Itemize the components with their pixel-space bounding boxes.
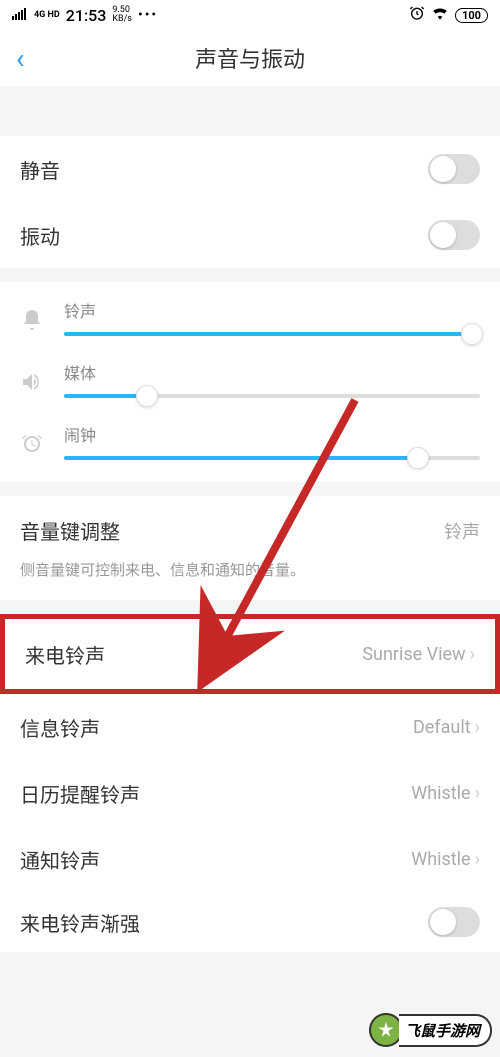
network-label: 4G HD: [34, 10, 60, 20]
calendar-ringtone-value: Whistle ›: [411, 783, 480, 804]
ringtone-slider[interactable]: [64, 332, 480, 336]
page-header: ‹ 声音与振动: [0, 30, 500, 86]
media-slider-label: 媒体: [64, 360, 480, 384]
section-gap: [0, 600, 500, 614]
message-ringtone-value: Default ›: [413, 717, 480, 738]
media-slider[interactable]: [64, 394, 480, 398]
page-title: 声音与振动: [195, 42, 305, 74]
message-ringtone-row[interactable]: 信息铃声 Default ›: [0, 694, 500, 760]
signal-icon: [12, 8, 28, 23]
notification-ringtone-row[interactable]: 通知铃声 Whistle ›: [0, 826, 500, 892]
ringtone-slider-row: 铃声: [20, 298, 480, 338]
alarm-slider[interactable]: [64, 456, 480, 460]
section-gap: [0, 86, 500, 136]
media-slider-row: 媒体: [20, 360, 480, 400]
chevron-right-icon: ›: [475, 783, 480, 804]
ringtone-slider-label: 铃声: [64, 298, 480, 322]
mute-label: 静音: [20, 155, 60, 184]
message-ringtone-label: 信息铃声: [20, 713, 100, 742]
notification-ringtone-value: Whistle ›: [411, 849, 480, 870]
vibrate-row[interactable]: 振动: [0, 202, 500, 268]
vibrate-toggle[interactable]: [428, 220, 480, 250]
watermark-text: 飞鼠手游网: [399, 1014, 492, 1047]
chevron-right-icon: ›: [475, 717, 480, 738]
calendar-ringtone-row[interactable]: 日历提醒铃声 Whistle ›: [0, 760, 500, 826]
section-gap: [0, 482, 500, 496]
volume-sliders-section: 铃声 媒体 闹钟: [0, 282, 500, 482]
chevron-right-icon: ›: [475, 849, 480, 870]
section-gap: [0, 268, 500, 282]
mute-row[interactable]: 静音: [0, 136, 500, 202]
volume-key-value: 铃声: [444, 518, 480, 544]
gradual-ringtone-row[interactable]: 来电铃声渐强: [0, 892, 500, 952]
watermark: 飞鼠手游网: [369, 1013, 492, 1047]
calendar-ringtone-label: 日历提醒铃声: [20, 779, 140, 808]
back-button[interactable]: ‹: [16, 42, 46, 75]
gradual-ringtone-label: 来电铃声渐强: [20, 908, 140, 937]
mute-toggle[interactable]: [428, 154, 480, 184]
battery-indicator: 100: [455, 8, 488, 23]
more-icon[interactable]: •••: [138, 7, 158, 23]
alarm-slider-label: 闹钟: [64, 422, 480, 446]
vibrate-label: 振动: [20, 221, 60, 250]
alarm-slider-row: 闹钟: [20, 422, 480, 462]
wifi-icon: [431, 6, 449, 24]
gradual-ringtone-toggle[interactable]: [428, 907, 480, 937]
bell-icon: [20, 308, 48, 338]
watermark-icon: [369, 1013, 403, 1047]
incoming-ringtone-label: 来电铃声: [25, 640, 105, 669]
notification-ringtone-label: 通知铃声: [20, 845, 100, 874]
net-speed: 9.50 KB/s: [112, 6, 132, 24]
alarm-status-icon: [409, 5, 425, 25]
speaker-icon: [20, 370, 48, 400]
status-left: 4G HD 21:53 9.50 KB/s •••: [12, 6, 158, 25]
time-label: 21:53: [66, 6, 107, 25]
status-right: 100: [409, 5, 488, 25]
volume-key-description: 侧音量键可控制来电、信息和通知的音量。: [20, 559, 480, 580]
incoming-ringtone-value: Sunrise View ›: [362, 644, 475, 665]
volume-key-section[interactable]: 音量键调整 铃声 侧音量键可控制来电、信息和通知的音量。: [0, 496, 500, 600]
status-bar: 4G HD 21:53 9.50 KB/s ••• 100: [0, 0, 500, 30]
incoming-ringtone-row[interactable]: 来电铃声 Sunrise View ›: [0, 614, 500, 694]
alarm-icon: [20, 432, 48, 462]
volume-key-label: 音量键调整: [20, 516, 120, 545]
chevron-right-icon: ›: [470, 644, 475, 665]
